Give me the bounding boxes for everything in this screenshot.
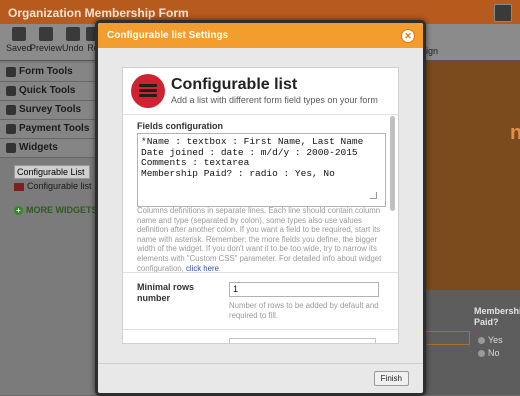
- fields-config-help-text: Columns definitions in separate lines. E…: [137, 206, 382, 273]
- sidebar-item-quick-tools[interactable]: Quick Tools: [0, 82, 96, 101]
- configurable-list-icon: [14, 182, 24, 191]
- payment-tools-icon: [6, 124, 16, 134]
- form-heading-fragment: n: [510, 122, 520, 144]
- configurable-list-logo-icon: [131, 74, 165, 108]
- sidebar-item-widgets[interactable]: Widgets: [0, 139, 96, 158]
- dialog-header: Configurable list Settings ✕: [98, 23, 423, 48]
- resize-handle-icon[interactable]: [370, 192, 377, 199]
- save-icon: [11, 27, 26, 41]
- sidebar-item-payment-tools[interactable]: Payment Tools: [0, 120, 96, 139]
- sidebar-item-label: Form Tools: [19, 66, 73, 77]
- survey-tools-icon: [6, 105, 16, 115]
- dialog-scrollbar[interactable]: [390, 116, 395, 211]
- sidebar-item-label: Quick Tools: [19, 85, 76, 96]
- fields-config-help: Columns definitions in separate lines. E…: [137, 206, 393, 273]
- more-widgets-button[interactable]: + MORE WIDGETS: [14, 205, 98, 215]
- undo-icon: [65, 27, 80, 41]
- sidebar: Form Tools Quick Tools Survey Tools Paym…: [0, 61, 96, 395]
- sidebar-item-label: Payment Tools: [19, 123, 90, 134]
- fields-config-title: Fields configuration: [137, 121, 224, 131]
- divider: [123, 329, 398, 330]
- divider: [123, 272, 398, 273]
- dialog-footer-divider: [98, 363, 423, 364]
- min-rows-label: Minimal rows number: [137, 282, 195, 303]
- settings-dialog: Configurable list Settings ✕ Configurabl…: [95, 20, 426, 396]
- saved-button[interactable]: Saved: [6, 27, 32, 53]
- dialog-title: Configurable list Settings: [107, 30, 229, 41]
- widget-result-label: Configurable list: [27, 181, 92, 191]
- divider: [123, 114, 398, 115]
- undo-button[interactable]: Undo: [62, 27, 84, 53]
- radio-yes[interactable]: Yes: [478, 335, 503, 345]
- close-icon[interactable]: ✕: [401, 29, 415, 43]
- saved-label: Saved: [6, 43, 32, 53]
- radio-dot-icon: [478, 337, 485, 345]
- quick-tools-icon: [6, 86, 16, 96]
- fullscreen-icon[interactable]: [494, 4, 512, 22]
- sidebar-item-form-tools[interactable]: Form Tools: [0, 63, 96, 82]
- radio-no-label: No: [488, 348, 500, 358]
- preview-icon: [39, 27, 53, 41]
- finish-button[interactable]: Finish: [373, 371, 409, 386]
- dialog-body: Configurable list Add a list with differ…: [122, 67, 399, 344]
- form-tools-icon: [6, 67, 16, 77]
- widget-search-input[interactable]: Configurable List: [14, 165, 90, 179]
- widget-description: Add a list with different form field typ…: [171, 95, 378, 105]
- next-field-input[interactable]: [229, 338, 376, 343]
- undo-label: Undo: [62, 43, 84, 53]
- radio-no[interactable]: No: [478, 348, 500, 358]
- widgets-icon: [6, 143, 16, 153]
- sidebar-item-label: Widgets: [19, 142, 58, 153]
- preview-button[interactable]: Preview: [30, 27, 62, 53]
- widget-result-item[interactable]: Configurable list: [14, 181, 92, 191]
- radio-dot-icon: [478, 350, 485, 358]
- preview-label: Preview: [30, 43, 63, 53]
- widget-title: Configurable list: [171, 76, 298, 93]
- min-rows-input[interactable]: 1: [229, 282, 379, 297]
- sidebar-item-survey-tools[interactable]: Survey Tools: [0, 101, 96, 120]
- radio-yes-label: Yes: [488, 335, 503, 345]
- plus-icon: +: [14, 206, 23, 215]
- sidebar-item-label: Survey Tools: [19, 104, 82, 115]
- app-title: Organization Membership Form: [8, 6, 189, 20]
- membership-paid-label: Membership Paid?: [474, 306, 520, 327]
- fields-config-textarea[interactable]: *Name : textbox : First Name, Last Name …: [137, 133, 386, 207]
- more-widgets-label: MORE WIDGETS: [26, 205, 98, 215]
- form-field-outline: [420, 331, 470, 345]
- min-rows-help: Number of rows to be added by default an…: [229, 301, 379, 320]
